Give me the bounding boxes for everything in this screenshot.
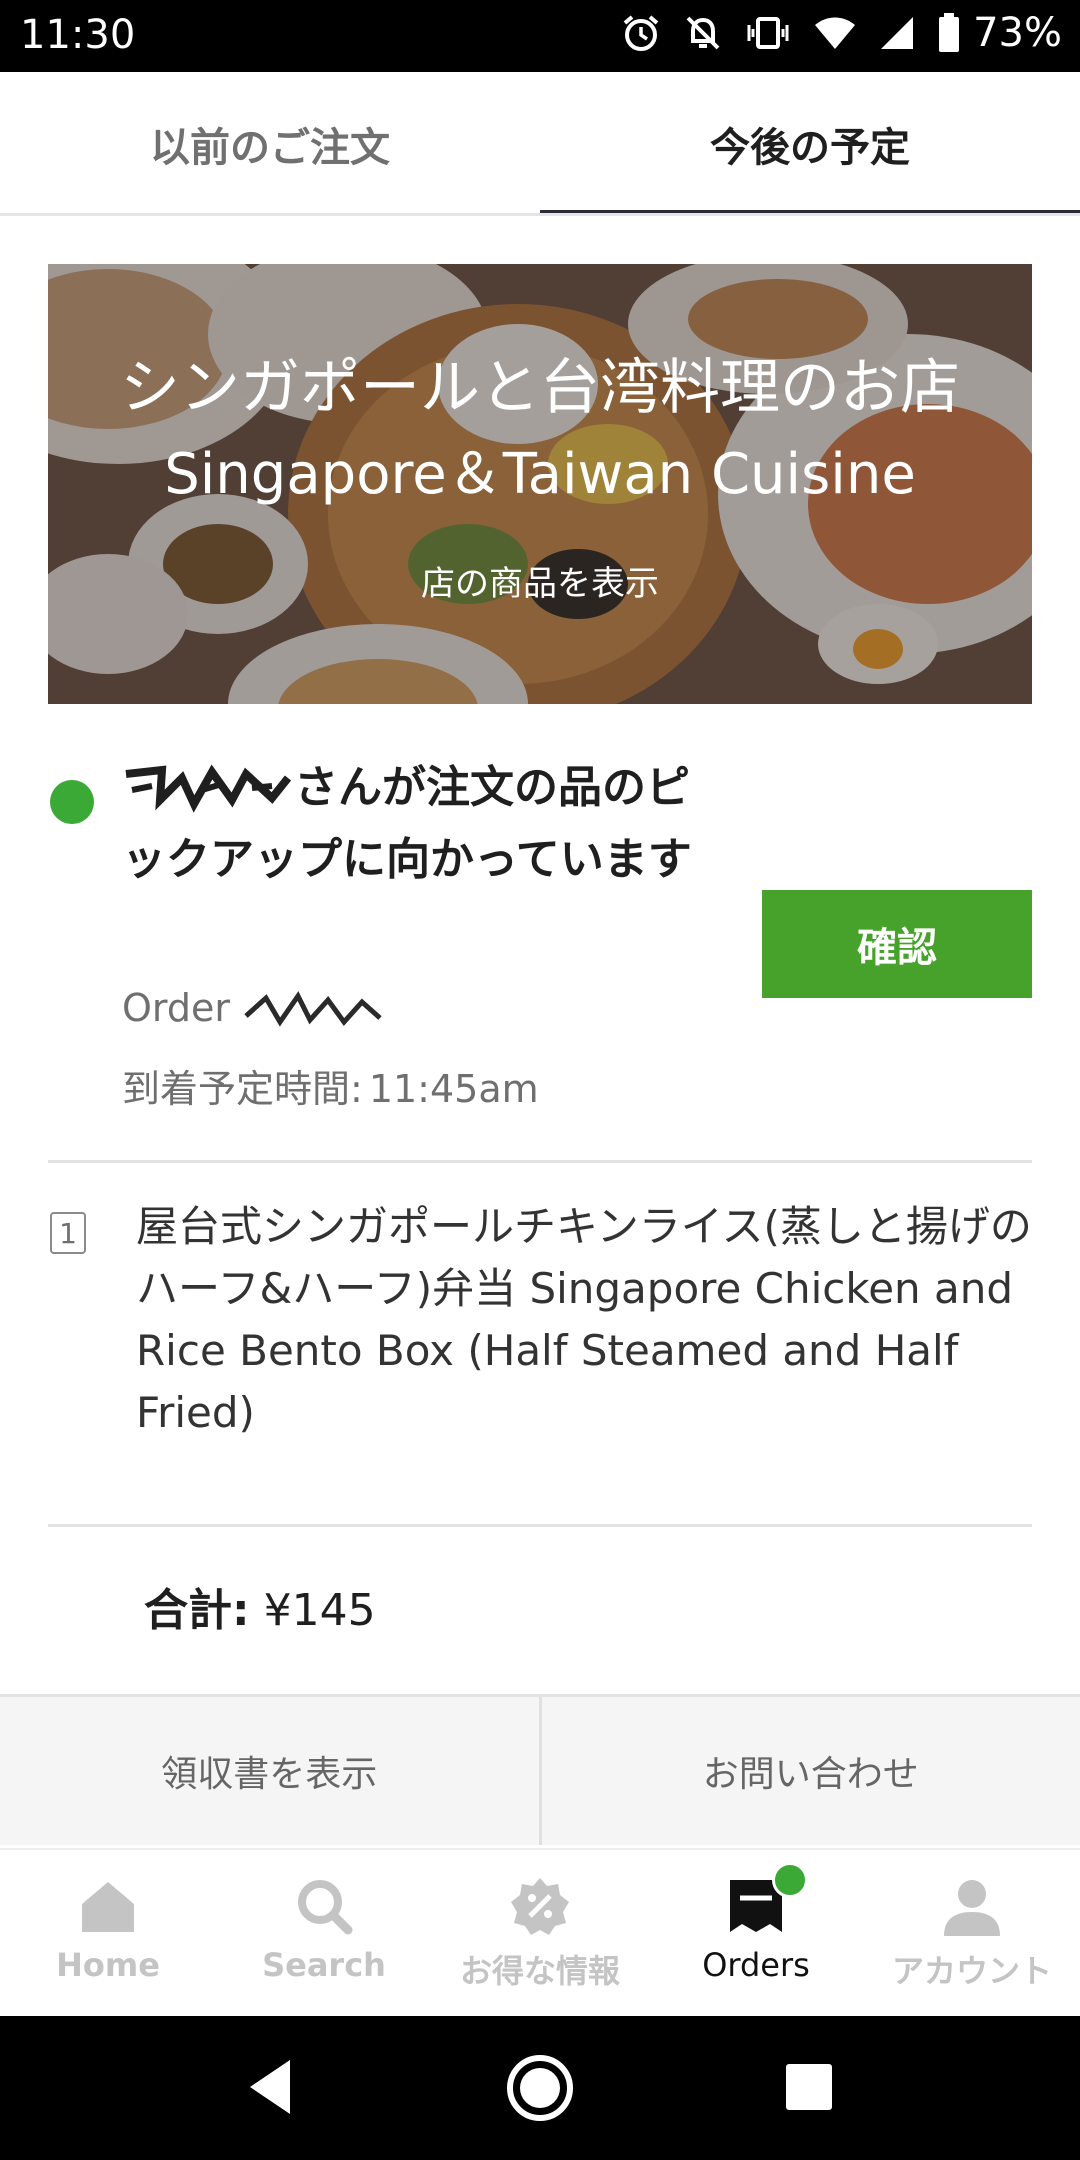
view-receipt-button[interactable]: 領収書を表示 [0, 1697, 539, 1845]
orders-badge [772, 1862, 808, 1898]
home-icon [82, 1882, 134, 1932]
order-status-message: さんが注文の品のピックアップに向かっています [122, 762, 692, 885]
nav-label-account: アカウント [891, 1952, 1052, 1990]
nav-label-search: Search [262, 1946, 386, 1984]
view-store-items-link[interactable]: 店の商品を表示 [48, 556, 1032, 605]
nav-item-orders[interactable]: Orders [648, 1850, 864, 2018]
redacted-order-number [240, 986, 390, 1030]
tabs-divider [0, 213, 1080, 216]
alarm-icon [623, 15, 659, 51]
vibrate-icon [747, 17, 789, 49]
notifications-off-icon [686, 16, 720, 50]
section-divider [48, 1524, 1032, 1527]
system-navigation-bar [0, 2016, 1080, 2160]
status-bar: 11:30 73% [0, 0, 1080, 72]
status-time: 11:30 [20, 12, 136, 58]
nav-label-home: Home [56, 1946, 160, 1984]
signal-icon [881, 17, 914, 49]
eta-time: 11:45am [368, 1067, 539, 1111]
nav-item-search[interactable]: Search [216, 1850, 432, 2018]
nav-label-offers: お得な情報 [459, 1952, 620, 1990]
wifi-icon [815, 17, 856, 49]
battery-percentage: 73% [973, 10, 1062, 56]
total-label: 合計: [144, 1585, 250, 1636]
status-indicator-dot [50, 780, 94, 824]
bottom-navigation: Home Search お得な情報 Orders アカウント [0, 1848, 1080, 2018]
section-divider [48, 1160, 1032, 1163]
nav-item-home[interactable]: Home [0, 1850, 216, 2018]
restaurant-name-en: Singapore＆Taiwan Cuisine [164, 442, 916, 507]
back-icon[interactable] [240, 2052, 300, 2122]
search-icon [298, 1880, 353, 1935]
status-icons: 73% [621, 10, 1062, 56]
confirm-button[interactable]: 確認 [762, 890, 1032, 998]
restaurant-banner[interactable]: シンガポールと台湾料理のお店 Singapore＆Taiwan Cuisine … [48, 264, 1032, 704]
tab-upcoming[interactable]: 今後の予定 [540, 72, 1080, 216]
item-name: 屋台式シンガポールチキンライス(蒸しと揚げのハーフ&ハーフ)弁当 Singapo… [136, 1202, 1032, 1437]
order-actions: 領収書を表示 お問い合わせ [0, 1694, 1080, 1845]
home-button-icon[interactable] [504, 2052, 576, 2124]
nav-item-account[interactable]: アカウント [864, 1850, 1080, 2018]
account-icon [944, 1880, 1000, 1936]
eta-label: 到着予定時間: [122, 1067, 363, 1111]
battery-icon [939, 13, 960, 52]
item-quantity: 1 [50, 1212, 86, 1254]
offers-icon [511, 1878, 569, 1935]
nav-item-offers[interactable]: お得な情報 [432, 1850, 648, 2018]
restaurant-name-ja: シンガポールと台湾料理のお店 [120, 353, 960, 423]
recents-icon[interactable] [784, 2052, 834, 2122]
tab-past-orders[interactable]: 以前のご注文 [0, 72, 540, 216]
contact-support-button[interactable]: お問い合わせ [542, 1697, 1080, 1845]
estimated-arrival: 到着予定時間: 11:45am [122, 1058, 539, 1113]
order-tabs: 以前のご注文 今後の予定 [0, 72, 1080, 216]
nav-label-orders: Orders [702, 1946, 810, 1984]
total-value: ¥145 [263, 1585, 376, 1636]
order-total: 合計: ¥145 [144, 1574, 376, 1638]
